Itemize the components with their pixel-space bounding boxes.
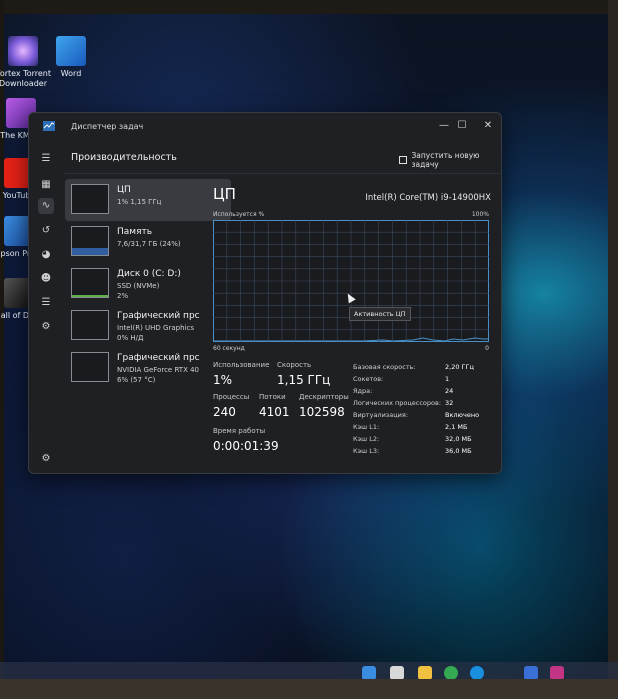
perf-item-detail: Intel(R) UHD Graphics — [117, 324, 194, 332]
processes-value: 240 — [213, 405, 236, 419]
word-icon — [56, 36, 86, 66]
chrome-icon[interactable] — [444, 666, 458, 680]
handles-label: Дескрипторы — [299, 393, 349, 401]
spec-key: Сокетов: — [353, 375, 384, 383]
close-button[interactable]: ✕ — [477, 117, 499, 135]
cpu-utilization-graph[interactable] — [213, 220, 489, 342]
spec-value: 36,0 МБ — [445, 447, 472, 455]
spec-value: 2,1 МБ — [445, 423, 468, 431]
uptime-value: 0:00:01:39 — [213, 439, 279, 453]
nav-rail: ☰ ▦ ∿ ↺ ◕ ☻ ☰ ⚙ ⚙ — [29, 141, 63, 473]
utilization-label: Использование — [213, 361, 270, 369]
perf-item-name: ЦП — [117, 185, 131, 195]
instagram-icon[interactable] — [550, 666, 564, 680]
perf-item-detail: NVIDIA GeForce RTX 40 — [117, 366, 200, 374]
perf-item-name: Память — [117, 227, 153, 237]
run-task-icon — [399, 156, 407, 164]
cpu-model: Intel(R) Core(TM) i9-14900HX — [365, 193, 491, 203]
perf-item-detail-2: 6% (57 °C) — [117, 376, 156, 384]
spec-value: 32,0 МБ — [445, 435, 472, 443]
spec-key: Кэш L3: — [353, 447, 380, 455]
graph-y-max: 100% — [471, 211, 489, 218]
edge-icon[interactable] — [470, 666, 484, 680]
spec-key: Логических процессоров: — [353, 399, 442, 407]
perf-item-name: Графический прс — [117, 311, 200, 321]
spec-value: 1 — [445, 375, 450, 383]
page-header: Производительность Запустить новую задач… — [63, 141, 501, 173]
graph-y-label: Используется % — [213, 211, 265, 218]
desktop-icon-label: Word — [60, 69, 82, 78]
maximize-button[interactable]: ☐ — [451, 117, 473, 135]
perf-item-gpu-1[interactable]: Графический прс NVIDIA GeForce RTX 40 6%… — [65, 347, 231, 389]
disk-thumbnail — [71, 268, 109, 298]
task-manager-window: Диспетчер задач — ☐ ✕ ☰ ▦ ∿ ↺ ◕ ☻ ☰ ⚙ ⚙ … — [28, 112, 502, 474]
spec-key: Кэш L1: — [353, 423, 380, 431]
spec-key: Ядра: — [353, 387, 373, 395]
perf-item-gpu-0[interactable]: Графический прс Intel(R) UHD Graphics 0%… — [65, 305, 231, 347]
cpu-detail-pane: ЦП Intel(R) Core(TM) i9-14900HX Использу… — [211, 175, 501, 473]
processes-label: Процессы — [213, 393, 250, 401]
file-explorer-icon[interactable] — [418, 666, 432, 680]
spec-key: Виртуализация: — [353, 411, 408, 419]
graph-x-label: 60 секунд — [213, 345, 245, 352]
run-task-label: Запустить новую задачу — [411, 151, 480, 169]
perf-item-name: Диск 0 (C: D:) — [117, 269, 181, 279]
perf-item-detail-2: 2% — [117, 292, 129, 300]
processes-icon[interactable]: ▦ — [38, 177, 54, 193]
spec-key: Базовая скорость: — [353, 363, 416, 371]
window-title: Диспетчер задач — [71, 122, 144, 131]
spec-value: 32 — [445, 399, 454, 407]
users-icon[interactable]: ☻ — [38, 271, 54, 287]
perf-item-detail: SSD (NVMe) — [117, 282, 160, 290]
task-manager-app-icon — [43, 121, 55, 131]
search-icon[interactable] — [390, 666, 404, 680]
settings-icon[interactable]: ⚙ — [38, 451, 54, 467]
graph-tooltip: Активность ЦП — [349, 307, 411, 321]
details-icon[interactable]: ☰ — [38, 295, 54, 311]
telegram-icon[interactable] — [524, 666, 538, 680]
perf-item-name: Графический прс — [117, 353, 200, 363]
spec-value: 2,20 ГГц — [445, 363, 474, 371]
desktop-icon-word[interactable]: Word — [42, 36, 100, 79]
gpu1-thumbnail — [71, 352, 109, 382]
header-divider — [63, 173, 501, 174]
threads-label: Потоки — [259, 393, 286, 401]
perf-item-detail-2: 0% Н/Д — [117, 334, 144, 342]
monitor-bezel-top — [0, 0, 618, 14]
run-new-task-button[interactable]: Запустить новую задачу — [399, 151, 501, 169]
perf-item-cpu[interactable]: ЦП 1% 1,15 ГГц — [65, 179, 231, 221]
perf-item-disk[interactable]: Диск 0 (C: D:) SSD (NVMe) 2% — [65, 263, 231, 305]
gpu0-thumbnail — [71, 310, 109, 340]
vortex-icon — [8, 36, 38, 66]
services-icon[interactable]: ⚙ — [38, 319, 54, 335]
detail-title: ЦП — [213, 185, 236, 203]
utilization-value: 1% — [213, 373, 233, 387]
spec-key: Кэш L2: — [353, 435, 380, 443]
speed-label: Скорость — [277, 361, 312, 369]
perf-item-memory[interactable]: Память 7,6/31,7 ГБ (24%) — [65, 221, 231, 263]
page-title: Производительность — [71, 152, 177, 163]
handles-value: 102598 — [299, 405, 345, 419]
title-bar[interactable]: Диспетчер задач — ☐ ✕ — [29, 113, 501, 141]
spec-value: 24 — [445, 387, 454, 395]
performance-icon[interactable]: ∿ — [38, 198, 54, 214]
spec-value: Включено — [445, 411, 480, 419]
monitor-bezel-right — [608, 0, 618, 699]
perf-item-detail: 7,6/31,7 ГБ (24%) — [117, 240, 181, 248]
threads-value: 4101 — [259, 405, 290, 419]
monitor-bezel-bottom — [0, 679, 618, 699]
uptime-label: Время работы — [213, 427, 266, 435]
startup-apps-icon[interactable]: ◕ — [38, 247, 54, 263]
start-icon[interactable] — [362, 666, 376, 680]
memory-thumbnail — [71, 226, 109, 256]
speed-value: 1,15 ГГц — [277, 373, 331, 387]
app-history-icon[interactable]: ↺ — [38, 223, 54, 239]
graph-x-min: 0 — [485, 345, 489, 352]
cpu-thumbnail — [71, 184, 109, 214]
hamburger-menu-icon[interactable]: ☰ — [38, 151, 54, 167]
graph-grid — [213, 220, 489, 342]
perf-item-detail: 1% 1,15 ГГц — [117, 198, 162, 206]
